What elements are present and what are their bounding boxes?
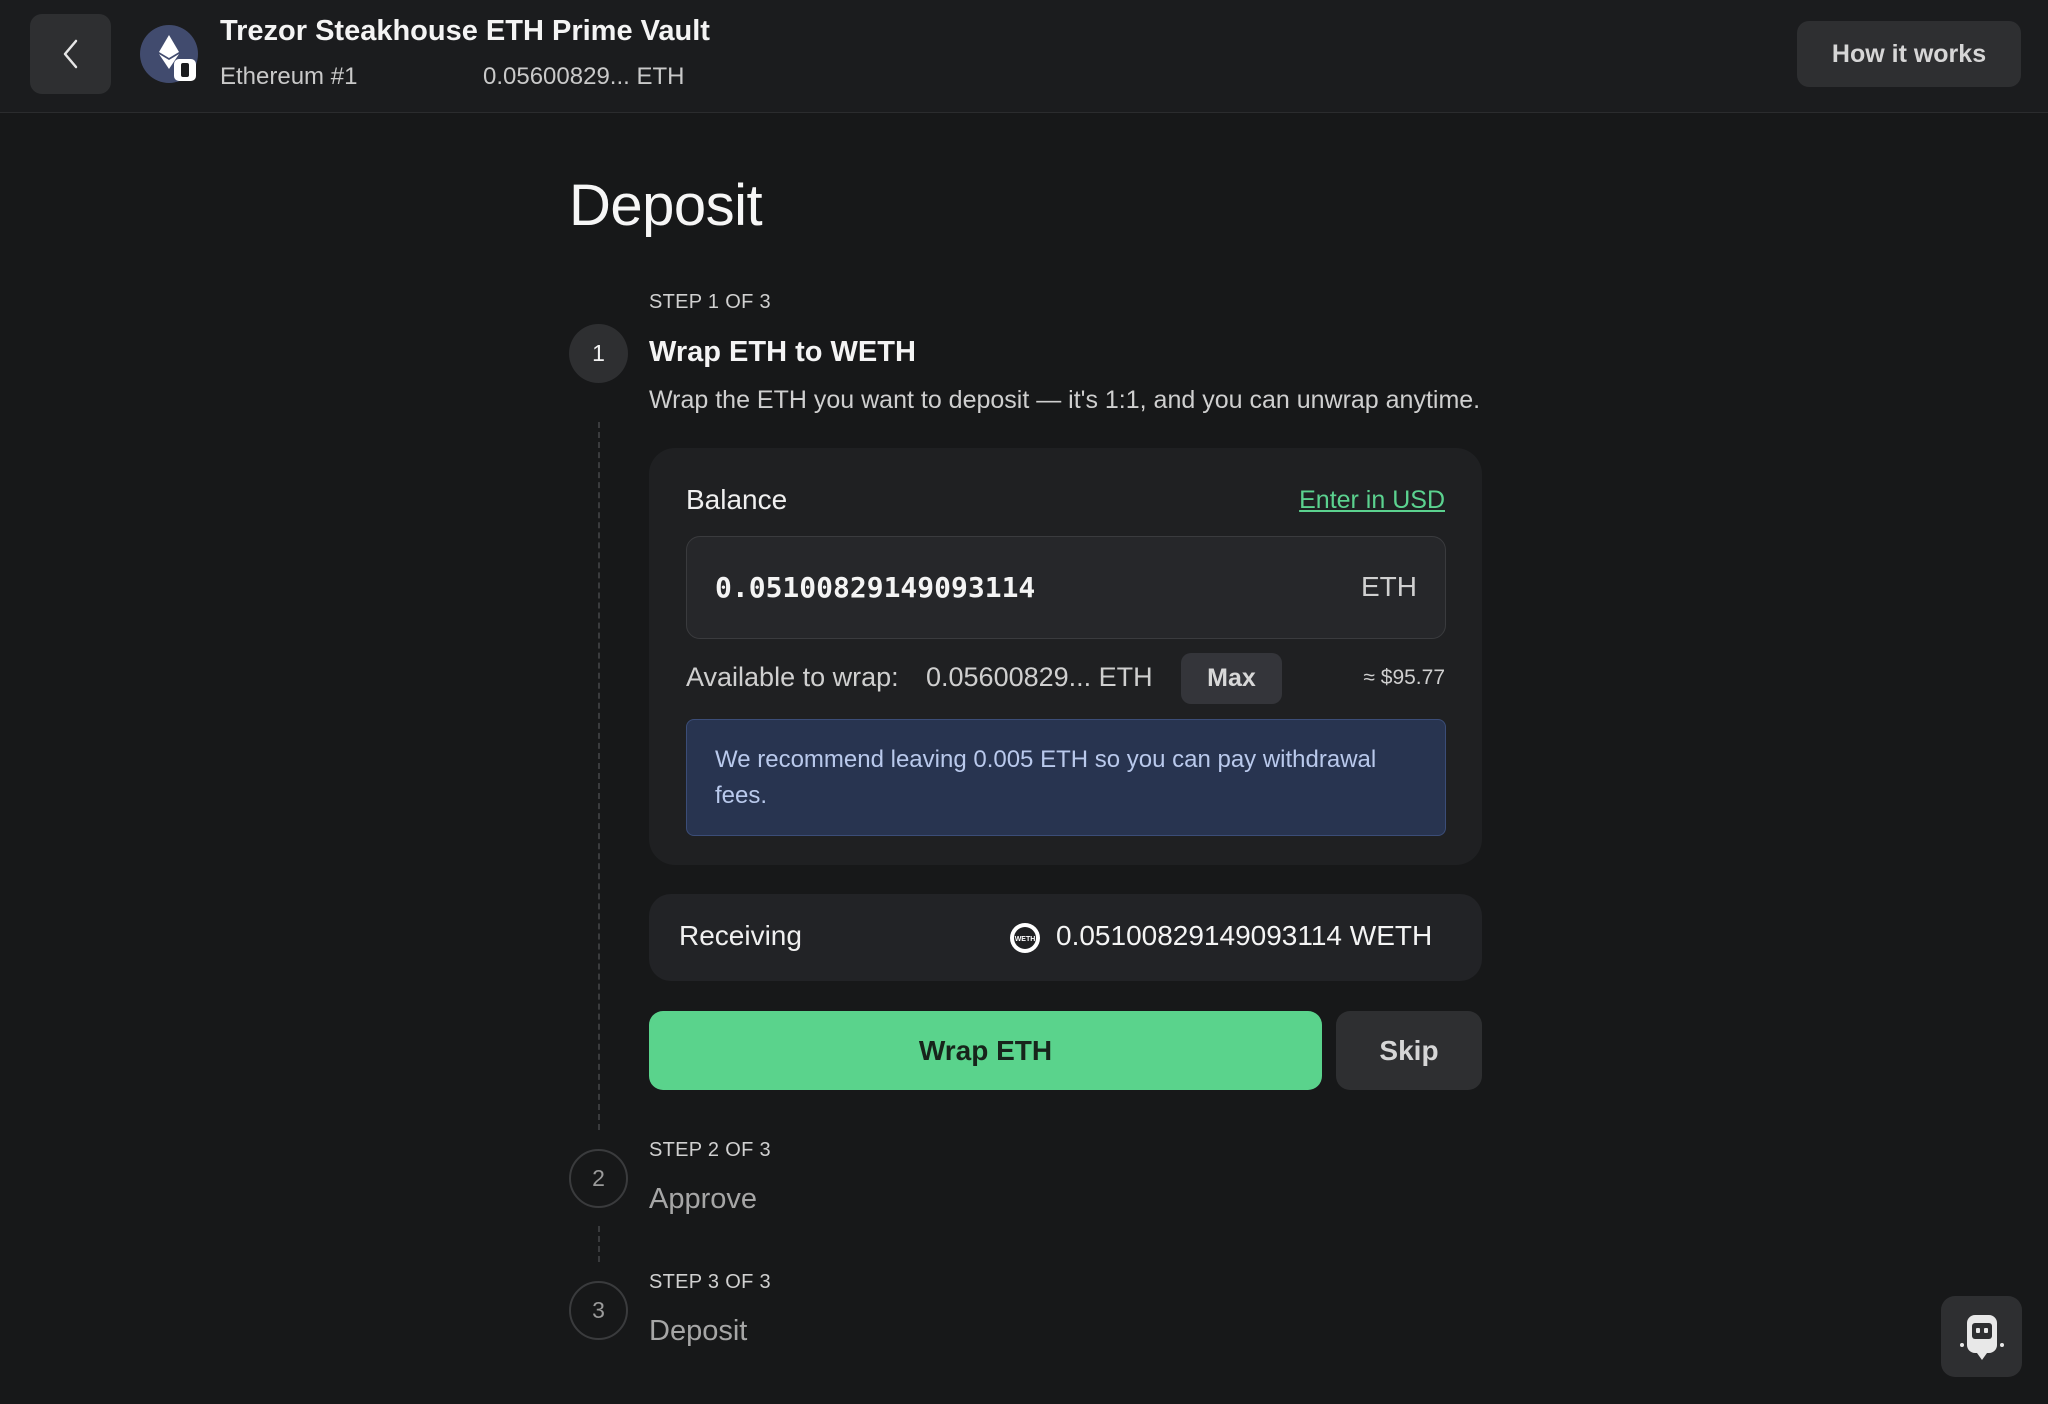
step-connector [598,422,600,1130]
step-1-indicator: 1 [569,324,628,383]
step-1-title: Wrap ETH to WETH [649,336,916,368]
max-button[interactable]: Max [1181,653,1282,704]
weth-icon: WETH [1010,923,1040,953]
amount-value: 0.05100829149093114 [715,571,1036,604]
step-3-title: Deposit [649,1315,748,1347]
enter-in-usd-link[interactable]: Enter in USD [1299,486,1445,515]
vault-balance: 0.05600829... ETH [483,63,685,90]
available-value: 0.05600829... ETH [926,662,1153,692]
network-label: Ethereum #1 [220,63,358,90]
vault-title: Trezor Steakhouse ETH Prime Vault [220,15,710,47]
amount-unit: ETH [1361,571,1417,602]
step-3-label: STEP 3 OF 3 [649,1271,771,1293]
wrap-eth-button[interactable]: Wrap ETH [649,1011,1322,1090]
chevron-left-icon [63,39,77,69]
fee-notice: We recommend leaving 0.005 ETH so you ca… [686,719,1446,836]
usd-approx-value: ≈ $95.77 [1363,666,1445,689]
receiving-value: 0.05100829149093114 WETH [1056,920,1433,951]
receiving-label: Receiving [679,920,802,951]
trezor-device-icon [1959,1314,2004,1360]
step-2-indicator: 2 [569,1149,628,1208]
top-bar: Trezor Steakhouse ETH Prime Vault Ethere… [0,0,2048,113]
back-button[interactable] [30,14,111,94]
step-connector [598,1226,600,1262]
support-chat-button[interactable] [1941,1296,2022,1377]
step-1-label: STEP 1 OF 3 [649,291,771,313]
page-title: Deposit [569,173,763,238]
how-it-works-button[interactable]: How it works [1797,21,2021,87]
step-3-indicator: 3 [569,1281,628,1340]
balance-label: Balance [686,484,788,515]
receiving-row: Receiving WETH 0.05100829149093114 WETH [649,894,1482,981]
step-2-label: STEP 2 OF 3 [649,1139,771,1161]
step-1-description: Wrap the ETH you want to deposit — it's … [649,386,1481,414]
available-label: Available to wrap: [686,662,899,692]
step-2-title: Approve [649,1183,758,1215]
amount-input[interactable]: 0.05100829149093114 ETH [686,536,1446,639]
skip-button[interactable]: Skip [1336,1011,1482,1090]
weth-icon-text: WETH [1015,936,1036,943]
ethereum-vault-icon [140,25,198,83]
